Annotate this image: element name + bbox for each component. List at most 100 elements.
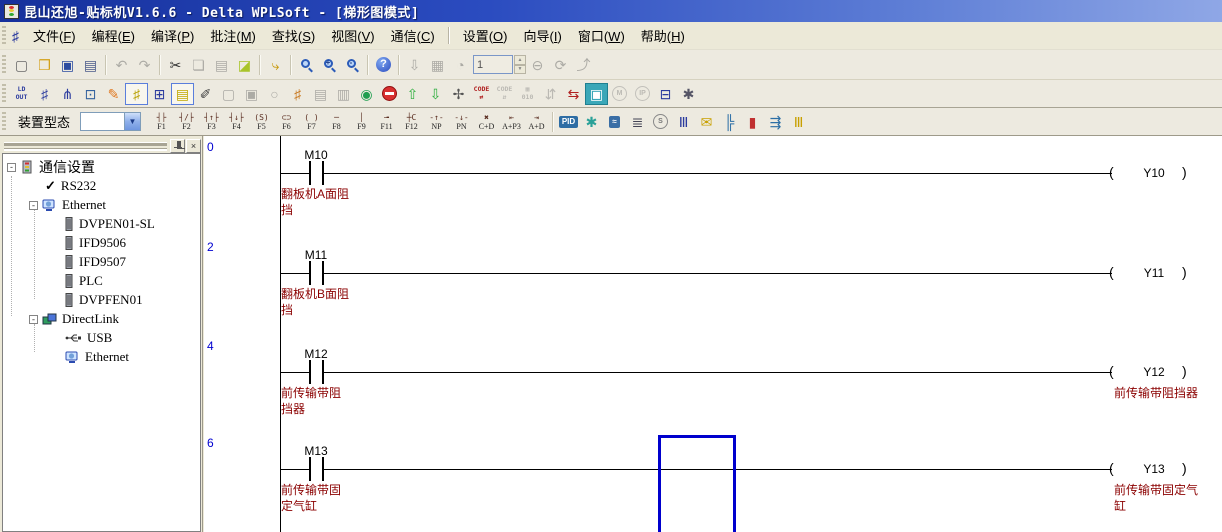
np-instruction-button[interactable]: -↑-NP (424, 109, 449, 134)
spin-down-icon[interactable]: ▼ (514, 65, 526, 75)
contact-bar-left[interactable] (309, 457, 311, 481)
register-edit-icon[interactable]: ⇆ (562, 83, 585, 105)
coil-device-name[interactable]: Y12 (1129, 365, 1179, 379)
bar-gold-icon[interactable]: Ⅲ (787, 111, 810, 133)
expand-collapse-icon[interactable]: - (7, 163, 16, 172)
s-curve-icon[interactable]: S (649, 111, 672, 133)
edit-cursor[interactable] (658, 435, 736, 532)
tree-item-ethernet[interactable]: -Ethernet (3, 196, 106, 214)
save-file-icon[interactable]: ▣ (56, 54, 79, 76)
find-icon[interactable] (295, 54, 318, 76)
tree-item-directlink[interactable]: -DirectLink (3, 310, 119, 328)
instruction-wizard-icon[interactable]: ≣ (626, 111, 649, 133)
tree-item-ifd9506[interactable]: IFD9506 (3, 234, 126, 252)
contact-falling-edge-button[interactable]: ┤↓├F4 (224, 109, 249, 134)
contact-bar-left[interactable] (309, 360, 311, 384)
convert-ad-button[interactable]: ⇥A+D (524, 109, 549, 134)
contact-bar-right[interactable] (322, 457, 324, 481)
contact-normally-open-button[interactable]: ┤├F1 (149, 109, 174, 134)
expand-collapse-icon[interactable]: - (29, 201, 38, 210)
coil-device-name[interactable]: Y11 (1129, 266, 1179, 280)
branch-tool-icon[interactable]: ╠ (718, 111, 741, 133)
pn-instruction-button[interactable]: -↓-PN (449, 109, 474, 134)
ladder-monitor-icon[interactable]: ♯ (125, 83, 148, 105)
ladder-editor[interactable]: 0M10翻板机A面阻挡(Y10)2M11翻板机B面阻挡(Y11)4M12前传输带… (204, 136, 1222, 532)
zoom-out-icon[interactable]: - (341, 54, 364, 76)
open-file-icon[interactable]: ❒ (33, 54, 56, 76)
branch-tool-2-icon[interactable]: ⇶ (764, 111, 787, 133)
menu-o[interactable]: 设置(O) (455, 23, 516, 48)
device-type-combo[interactable]: ▼ (80, 112, 141, 131)
options-gear-icon[interactable]: ✱ (677, 83, 700, 105)
contact-rising-edge-button[interactable]: ┤↑├F3 (199, 109, 224, 134)
download-to-plc-icon[interactable]: ⇩ (424, 83, 447, 105)
menu-v[interactable]: 视图(V) (323, 23, 382, 48)
help-icon[interactable]: ? (372, 54, 395, 76)
thermometer-icon[interactable]: ▮ (741, 111, 764, 133)
contact-device-name[interactable]: M12 (288, 347, 344, 361)
tree-item-plc[interactable]: PLC (3, 272, 103, 290)
tree-item-dvpfen01[interactable]: DVPFEN01 (3, 291, 143, 309)
new-file-icon[interactable]: ▢ (10, 54, 33, 76)
zoom-in-icon[interactable]: + (318, 54, 341, 76)
tree-item-ifd9507[interactable]: IFD9507 (3, 253, 126, 271)
menu-m[interactable]: 批注(M) (202, 23, 264, 48)
application-instruction-button[interactable]: ( )F7 (299, 109, 324, 134)
spin-up-icon[interactable]: ▲ (514, 55, 526, 65)
device-monitor-table-icon[interactable]: ⊞ (148, 83, 171, 105)
menu-p[interactable]: 编译(P) (143, 23, 202, 48)
pin-icon[interactable] (170, 139, 185, 153)
tree-item-ethernet-2[interactable]: Ethernet (3, 348, 129, 366)
menubar-grip[interactable] (2, 26, 6, 46)
horizontal-line-button[interactable]: ─F8 (324, 109, 349, 134)
menu-h[interactable]: 帮助(H) (633, 23, 693, 48)
contact-comment[interactable]: 翻板机B面阻挡 (281, 286, 351, 318)
contact-device-name[interactable]: M13 (288, 444, 344, 458)
toolbar3-grip[interactable] (2, 112, 6, 132)
tree-item-comm-settings[interactable]: -通信设置 (3, 158, 95, 176)
toolbar2-grip[interactable] (2, 84, 6, 104)
mail-icon[interactable]: ✉ (695, 111, 718, 133)
coil-device-name[interactable]: Y13 (1129, 462, 1179, 476)
output-coil-button[interactable]: ⊂⊃F6 (274, 109, 299, 134)
tree-item-usb[interactable]: USB (3, 329, 112, 347)
contact-comment[interactable]: 翻板机A面阻挡 (281, 186, 351, 218)
upload-from-plc-icon[interactable]: ⇧ (401, 83, 424, 105)
contact-comment[interactable]: 前传输带固定气缸 (281, 482, 351, 514)
print-icon[interactable]: ▤ (79, 54, 102, 76)
contact-bar-right[interactable] (322, 161, 324, 185)
goto-icon[interactable]: ⤷ (264, 54, 287, 76)
code-convert-icon[interactable]: CODE⇄ (470, 83, 493, 105)
convert-cd-button[interactable]: ✖C+D (474, 109, 499, 134)
menu-s[interactable]: 查找(S) (264, 23, 323, 48)
step-count-input[interactable] (473, 55, 513, 74)
coil-comment[interactable]: 前传输带固定气缸 (1114, 482, 1204, 514)
position-wizard-icon[interactable]: ✱ (580, 111, 603, 133)
convert-ap-button[interactable]: ⇤A+P3 (499, 109, 524, 134)
coil-comment[interactable]: 前传输带阻挡器 (1114, 385, 1204, 401)
cut-icon[interactable]: ✂ (164, 54, 187, 76)
contact-device-name[interactable]: M10 (288, 148, 344, 162)
delete-horizontal-line-button[interactable]: ╼F11 (374, 109, 399, 134)
delete-vertical-line-button[interactable]: ┼CF12 (399, 109, 424, 134)
stop-plc-icon[interactable] (378, 83, 401, 105)
combo-dropdown-arrow[interactable]: ▼ (124, 112, 141, 131)
expand-collapse-icon[interactable]: - (29, 315, 38, 324)
edit-mode-icon[interactable]: ✎ (102, 83, 125, 105)
sfc-mode-icon[interactable]: ⋔ (56, 83, 79, 105)
comm-monitor-icon[interactable]: ⊡ (79, 83, 102, 105)
panel-drag-handle[interactable] (4, 142, 167, 149)
device-type-input[interactable] (80, 112, 124, 131)
contact-bar-left[interactable] (309, 261, 311, 285)
toolbar1-grip[interactable] (2, 55, 6, 75)
contact-bar-left[interactable] (309, 161, 311, 185)
wave-monitor-icon[interactable]: ≈ (603, 111, 626, 133)
tree-item-rs232[interactable]: ✓RS232 (3, 177, 96, 195)
bar-monitor-icon[interactable]: Ⅲ (672, 111, 695, 133)
step-spinner[interactable]: ▲▼ (514, 55, 526, 74)
antenna-icon[interactable]: ✢ (447, 83, 470, 105)
vertical-line-button[interactable]: │F9 (349, 109, 374, 134)
tree-item-dvpen01-sl[interactable]: DVPEN01-SL (3, 215, 155, 233)
network-monitor-icon[interactable]: ⊟ (654, 83, 677, 105)
menu-i[interactable]: 向导(I) (516, 23, 570, 48)
